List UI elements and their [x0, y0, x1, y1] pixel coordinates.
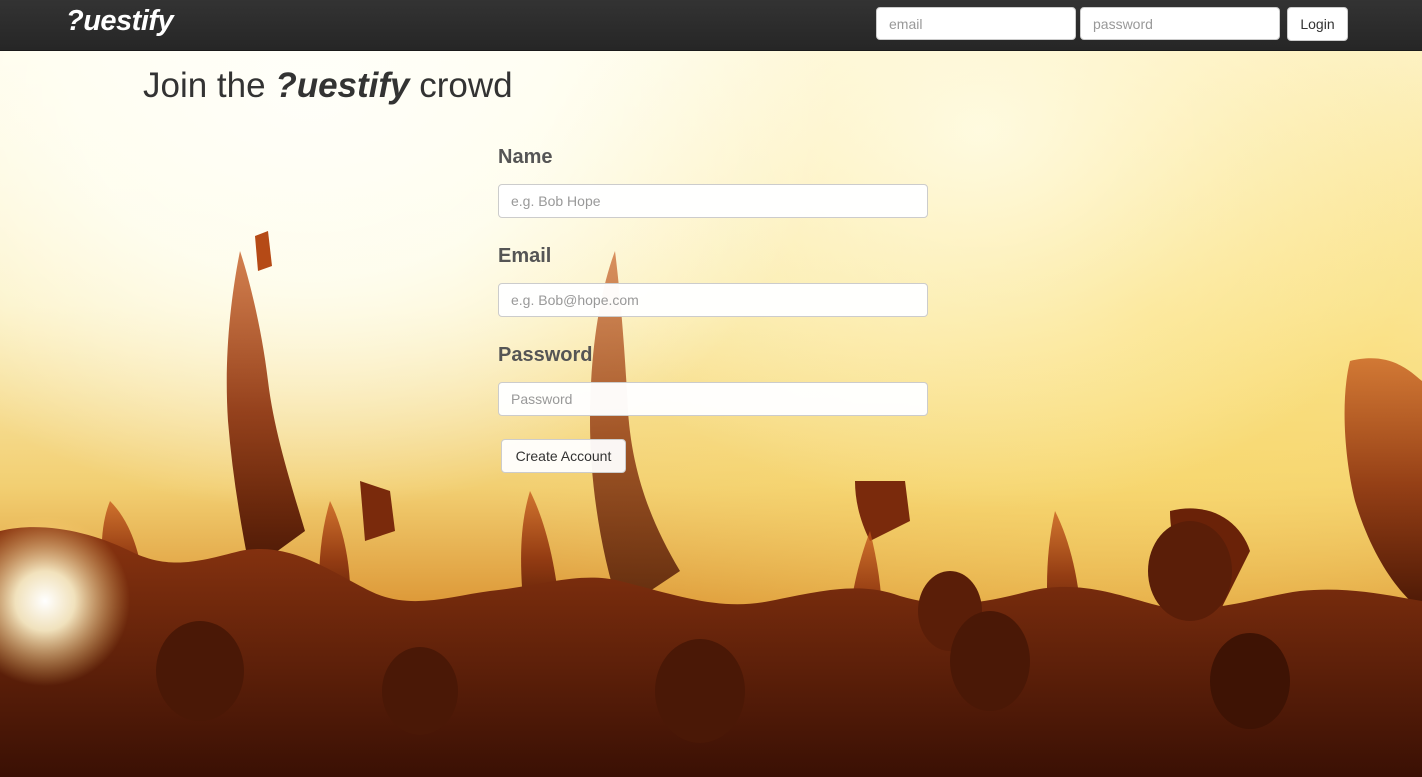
page-title: Join the ?uestify crowd [143, 66, 513, 106]
page-title-prefix: Join the [143, 66, 276, 105]
password-input[interactable] [498, 382, 928, 416]
login-password-input[interactable] [1080, 7, 1280, 40]
name-input[interactable] [498, 184, 928, 218]
top-navbar: ?uestify Login [0, 0, 1422, 51]
create-account-button[interactable]: Create Account [501, 439, 626, 473]
login-email-input[interactable] [876, 7, 1076, 40]
name-label: Name [498, 146, 553, 168]
email-label: Email [498, 245, 552, 267]
brand-logo[interactable]: ?uestify [66, 5, 174, 38]
page-title-suffix: crowd [409, 66, 513, 105]
login-button[interactable]: Login [1287, 7, 1348, 41]
page-title-brand: ?uestify [275, 66, 410, 105]
password-label: Password [498, 344, 593, 366]
email-input[interactable] [498, 283, 928, 317]
